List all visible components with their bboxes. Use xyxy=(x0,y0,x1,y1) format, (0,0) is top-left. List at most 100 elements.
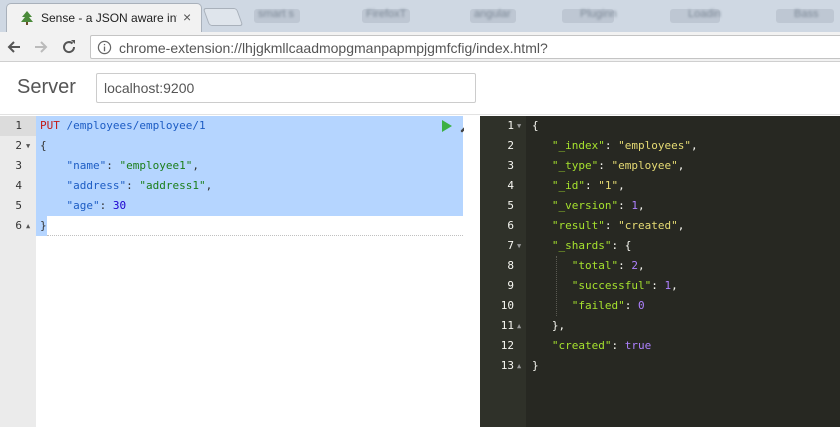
json-key: "_index" xyxy=(551,139,605,152)
pane-divider[interactable] xyxy=(464,116,480,427)
json-key: "_shards" xyxy=(551,239,612,252)
json-separator: : xyxy=(618,259,632,272)
json-tail: , xyxy=(671,279,678,292)
selection-edge xyxy=(47,235,463,236)
fold-close-icon[interactable]: ▲ xyxy=(26,216,30,236)
tab-close-icon[interactable]: × xyxy=(183,9,191,25)
json-key: "total" xyxy=(571,259,619,272)
code-line: } xyxy=(40,216,47,236)
json-tail: , xyxy=(205,179,213,192)
fold-close-icon[interactable]: ▲ xyxy=(517,356,521,376)
json-value: 30 xyxy=(112,199,127,212)
line-number: 2 xyxy=(15,139,22,152)
code-line: "_version": 1, xyxy=(532,196,645,216)
json-tail: , xyxy=(677,159,685,172)
close-brace: } xyxy=(40,219,47,232)
code-line: "_shards": { xyxy=(532,236,631,256)
code-line: "_type": "employee", xyxy=(532,156,684,176)
line-number: 3 xyxy=(15,159,22,172)
background-tab-label: FirefoxT xyxy=(366,8,407,20)
code-line: "name": "employee1", xyxy=(40,156,199,176)
json-value: 0 xyxy=(637,299,645,312)
fold-close-icon[interactable]: ▲ xyxy=(517,316,521,336)
json-tail: { xyxy=(624,239,632,252)
back-arrow-icon[interactable] xyxy=(4,37,24,57)
tab-strip: Sense - a JSON aware int × smart s Firef… xyxy=(0,0,840,32)
json-separator: : xyxy=(624,299,638,312)
background-tab-label: Pluginn xyxy=(580,8,617,20)
sense-tree-icon xyxy=(21,11,33,25)
json-separator: : xyxy=(99,199,113,212)
json-key: "_type" xyxy=(551,159,599,172)
line-number: 10 xyxy=(500,299,514,312)
json-key: "_id" xyxy=(551,179,585,192)
json-separator: : xyxy=(585,179,599,192)
info-icon[interactable] xyxy=(97,40,112,55)
code-line: "created": true xyxy=(532,336,651,356)
code-line: }, xyxy=(532,316,565,336)
json-key: "address" xyxy=(66,179,127,192)
json-separator: : xyxy=(604,219,619,232)
json-value: true xyxy=(624,339,652,352)
json-key: "result" xyxy=(551,219,605,232)
new-tab-button[interactable] xyxy=(202,8,244,26)
json-separator: : xyxy=(611,239,625,252)
json-key: "created" xyxy=(551,339,612,352)
background-tab-label: Bass xyxy=(794,8,819,20)
json-value: 1 xyxy=(631,199,638,212)
json-separator: : xyxy=(598,159,612,172)
fold-open-icon[interactable]: ▼ xyxy=(26,136,30,156)
json-key: "failed" xyxy=(571,299,625,312)
server-input[interactable] xyxy=(96,73,476,103)
json-key: "name" xyxy=(66,159,107,172)
open-brace: { xyxy=(40,139,47,152)
json-punctuation: { xyxy=(532,119,539,132)
tab-sense[interactable]: Sense - a JSON aware int × xyxy=(6,3,202,32)
json-tail: , xyxy=(677,219,685,232)
fold-open-icon[interactable]: ▼ xyxy=(517,236,521,256)
code-line: { xyxy=(40,136,47,156)
json-tail: , xyxy=(637,259,645,272)
line-number: 9 xyxy=(507,279,514,292)
browser-toolbar: chrome-extension://lhjgkmllcaadmopgmanpa… xyxy=(0,32,840,62)
line-number: 6 xyxy=(15,219,22,232)
tab-title: Sense - a JSON aware int xyxy=(41,11,177,25)
run-request-icon[interactable] xyxy=(441,119,453,133)
code-line: "result": "created", xyxy=(532,216,684,236)
request-line: PUT /employees/employee/1 xyxy=(40,116,206,136)
json-separator: : xyxy=(106,159,120,172)
json-value: 2 xyxy=(631,259,638,272)
address-bar[interactable]: chrome-extension://lhjgkmllcaadmopgmanpa… xyxy=(90,35,840,59)
response-viewer[interactable]: { "_index": "employees", "_type": "emplo… xyxy=(526,116,840,427)
reload-icon[interactable] xyxy=(59,37,79,57)
request-editor[interactable]: PUT /employees/employee/1 { "name": "emp… xyxy=(36,116,464,427)
json-key: "age" xyxy=(66,199,100,212)
http-method: PUT xyxy=(40,119,60,132)
request-path: /employees/employee/1 xyxy=(66,119,206,132)
fold-open-icon[interactable]: ▼ xyxy=(517,116,521,136)
json-separator: : xyxy=(126,179,140,192)
background-tab-label: angular xyxy=(474,8,511,20)
json-punctuation: }, xyxy=(551,319,566,332)
server-label: Server xyxy=(17,76,76,98)
json-value: "created" xyxy=(618,219,678,232)
forward-arrow-icon[interactable] xyxy=(31,37,51,57)
server-bar: Server xyxy=(0,63,840,115)
code-line: { xyxy=(532,116,539,136)
json-tail: , xyxy=(618,179,625,192)
code-line: "address": "address1", xyxy=(40,176,213,196)
code-line: "_id": "1", xyxy=(532,176,625,196)
json-key: "successful" xyxy=(571,279,652,292)
json-separator: : xyxy=(604,139,619,152)
line-number: 8 xyxy=(507,259,514,272)
json-separator: : xyxy=(611,339,625,352)
background-tab-label: smart s xyxy=(258,8,295,20)
line-number: 4 xyxy=(15,179,22,192)
json-tail: , xyxy=(637,199,645,212)
json-key: "_version" xyxy=(551,199,619,212)
line-number: 5 xyxy=(507,199,514,212)
code-line: "age": 30 xyxy=(40,196,127,216)
request-gutter: 1 2 ▼ 3 4 5 6 ▲ xyxy=(0,116,36,427)
json-separator: : xyxy=(618,199,632,212)
json-separator: : xyxy=(651,279,665,292)
